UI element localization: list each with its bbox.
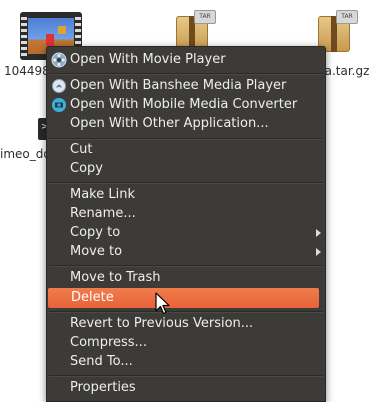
movie-player-icon bbox=[51, 52, 67, 68]
menu-separator bbox=[49, 182, 323, 184]
menu-item-label: Make Link bbox=[70, 187, 135, 202]
menu-item-label: Cut bbox=[70, 142, 93, 157]
menu-item-open-movie-player[interactable]: Open With Movie Player bbox=[47, 50, 325, 70]
menu-item-copy[interactable]: Copy bbox=[47, 159, 325, 179]
menu-item-label: Revert to Previous Version... bbox=[70, 316, 254, 331]
menu-item-label: Copy to bbox=[70, 225, 121, 240]
menu-item-move-to-trash[interactable]: Move to Trash bbox=[47, 268, 325, 288]
menu-item-compress[interactable]: Compress... bbox=[47, 333, 325, 353]
script-file-label: imeo_do bbox=[0, 147, 51, 161]
menu-item-open-other-application[interactable]: Open With Other Application... bbox=[47, 114, 325, 134]
menu-separator bbox=[49, 265, 323, 267]
menu-separator bbox=[49, 311, 323, 313]
tar-badge: TAR bbox=[336, 10, 358, 24]
tar-badge: TAR bbox=[194, 10, 216, 24]
banshee-icon bbox=[52, 79, 66, 93]
menu-item-open-banshee[interactable]: Open With Banshee Media Player bbox=[47, 76, 325, 96]
menu-item-label: Compress... bbox=[70, 335, 147, 350]
menu-item-label: Rename... bbox=[70, 206, 136, 221]
menu-item-cut[interactable]: Cut bbox=[47, 140, 325, 160]
menu-item-label: Open With Other Application... bbox=[70, 116, 269, 131]
menu-item-label: Properties bbox=[70, 380, 136, 395]
context-menu: Open With Movie Player Open With Banshee… bbox=[46, 46, 326, 402]
menu-item-label: Open With Mobile Media Converter bbox=[70, 97, 298, 112]
menu-item-label: Move to Trash bbox=[70, 270, 161, 285]
submenu-arrow-icon bbox=[316, 248, 321, 256]
menu-item-delete[interactable]: Delete bbox=[48, 288, 319, 308]
menu-item-move-to[interactable]: Move to bbox=[47, 242, 325, 262]
menu-item-open-mobile-converter[interactable]: Open With Mobile Media Converter bbox=[47, 95, 325, 115]
menu-separator bbox=[49, 375, 323, 377]
mouse-cursor-icon bbox=[155, 292, 170, 315]
menu-item-make-link[interactable]: Make Link bbox=[47, 185, 325, 205]
menu-item-send-to[interactable]: Send To... bbox=[47, 352, 325, 372]
menu-item-label: Send To... bbox=[70, 354, 133, 369]
menu-item-properties[interactable]: Properties bbox=[47, 378, 325, 398]
menu-item-copy-to[interactable]: Copy to bbox=[47, 223, 325, 243]
media-converter-icon bbox=[52, 98, 66, 112]
menu-item-label: Move to bbox=[70, 244, 123, 259]
menu-separator bbox=[49, 73, 323, 75]
menu-item-label: Open With Banshee Media Player bbox=[70, 78, 287, 93]
menu-item-rename[interactable]: Rename... bbox=[47, 204, 325, 224]
submenu-arrow-icon bbox=[316, 229, 321, 237]
menu-item-revert[interactable]: Revert to Previous Version... bbox=[47, 314, 325, 334]
menu-item-label: Delete bbox=[71, 290, 114, 305]
video-file-label: 104498 bbox=[4, 64, 50, 78]
menu-item-label: Copy bbox=[70, 161, 103, 176]
menu-item-label: Open With Movie Player bbox=[70, 52, 226, 67]
